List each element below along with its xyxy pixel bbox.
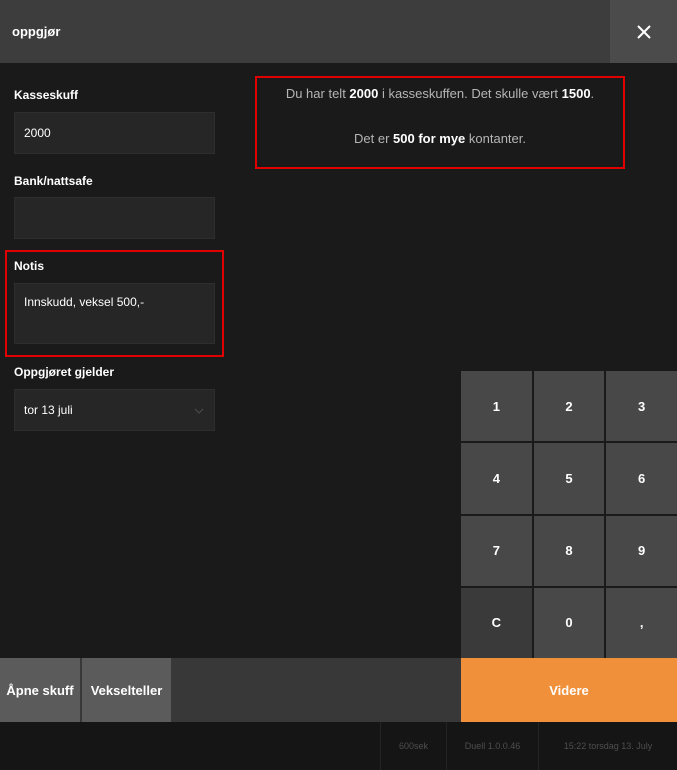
numpad-key-8[interactable]: 8 <box>533 515 605 586</box>
numpad-key-4[interactable]: 4 <box>461 443 532 514</box>
open-drawer-button[interactable]: Åpne skuff <box>0 658 80 722</box>
numpad-key-clear[interactable]: C <box>461 587 532 658</box>
expected-amount: 1500 <box>561 86 591 101</box>
status-datetime: 15:22 torsdag 13. July <box>538 722 677 770</box>
numpad-key-5[interactable]: 5 <box>533 443 605 514</box>
numpad: 1 2 3 4 5 6 7 8 9 C 0 , <box>461 371 677 658</box>
numpad-key-1[interactable]: 1 <box>461 371 532 442</box>
numpad-key-6[interactable]: 6 <box>606 443 677 514</box>
oppgjoret-gjelder-label: Oppgjøret gjelder <box>14 365 115 379</box>
kasseskuff-input[interactable]: 2000 <box>14 112 215 154</box>
counted-amount: 2000 <box>349 86 379 101</box>
numpad-key-7[interactable]: 7 <box>461 515 532 586</box>
status-version: Duell 1.0.0.46 <box>446 722 538 770</box>
summary-counted-text: Du har telt 2000 i kasseskuffen. Det sku… <box>285 86 595 101</box>
numpad-key-0[interactable]: 0 <box>533 587 605 658</box>
close-button[interactable] <box>610 0 677 63</box>
difference-amount: 500 for mye <box>393 131 466 146</box>
notis-input[interactable]: Innskudd, veksel 500,- <box>14 283 215 344</box>
numpad-key-3[interactable]: 3 <box>606 371 677 442</box>
chevron-down-icon <box>194 408 204 414</box>
status-timeout: 600sek <box>380 722 446 770</box>
close-icon <box>636 24 651 39</box>
bank-nattsafe-input[interactable] <box>14 197 215 239</box>
change-counter-button[interactable]: Vekselteller <box>82 658 171 722</box>
numpad-key-2[interactable]: 2 <box>533 371 605 442</box>
numpad-key-comma[interactable]: , <box>606 587 677 658</box>
numpad-key-9[interactable]: 9 <box>606 515 677 586</box>
notis-label: Notis <box>14 259 44 273</box>
bank-nattsafe-label: Bank/nattsafe <box>14 174 93 188</box>
header-bar: oppgjør <box>0 0 677 63</box>
kasseskuff-label: Kasseskuff <box>14 88 79 102</box>
summary-difference-text: Det er 500 for mye kontanter. <box>354 131 526 146</box>
next-button[interactable]: Videre <box>461 658 677 722</box>
oppgjoret-gjelder-value: tor 13 juli <box>24 403 73 417</box>
page-title: oppgjør <box>12 24 61 39</box>
oppgjoret-gjelder-select[interactable]: tor 13 juli <box>14 389 215 431</box>
